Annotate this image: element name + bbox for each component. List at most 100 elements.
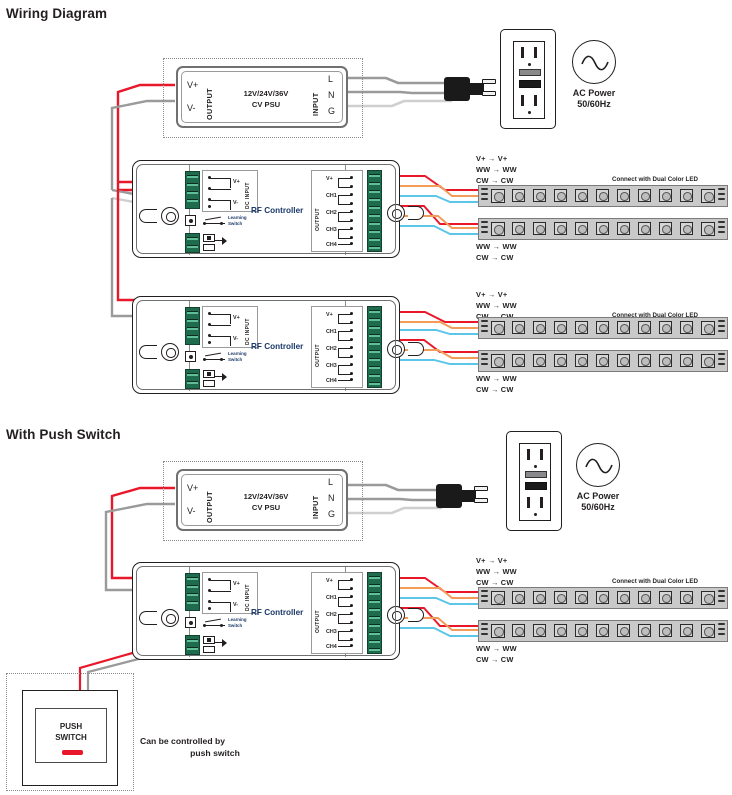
push-switch-port-icon — [203, 233, 229, 253]
led-map-bottom-1: WW → WW — [476, 644, 517, 653]
output-ch1-label: CH1 — [326, 329, 337, 335]
mounting-hole — [161, 343, 179, 361]
mounting-slot-right — [408, 206, 424, 220]
dc-input-terminal-block[interactable] — [185, 573, 200, 611]
dc-input-vminus-label: V- — [233, 336, 239, 342]
psu-output-vplus-label: V+ — [187, 80, 199, 90]
learning-switch-label-line2: Switch — [228, 221, 243, 226]
push-switch-port-icon — [203, 369, 229, 389]
output-vplus-label: V+ — [326, 176, 333, 182]
push-switch-terminal-block[interactable] — [185, 635, 200, 655]
psu-input-g-label: G — [328, 509, 336, 519]
dc-input-label: DC INPUT — [245, 584, 251, 611]
push-switch-note-line2: push switch — [190, 748, 240, 758]
push-switch-terminal-block[interactable] — [185, 369, 200, 389]
rf-controller-1: V+ V- DC INPUT Learning Switch RF Contro… — [132, 160, 424, 258]
output-pin-diagram: OUTPUT V+ CH1 CH2 CH3 CH4 — [311, 572, 363, 654]
dc-input-label: DC INPUT — [245, 318, 251, 345]
output-ch3-label: CH3 — [326, 227, 337, 233]
ac-power-label-line1: AC Power — [576, 491, 620, 501]
led-map-top-2: WW → WW — [476, 301, 517, 310]
wall-outlet — [500, 29, 556, 129]
led-strip-3 — [478, 317, 728, 339]
dc-input-pin-diagram: V+ V- DC INPUT — [202, 572, 258, 614]
mounting-hole-right — [387, 606, 405, 624]
output-ch4-label: CH4 — [326, 242, 337, 248]
mounting-slot-right — [408, 342, 424, 356]
dc-input-terminal-block[interactable] — [185, 307, 200, 345]
dc-input-vminus-label: V- — [233, 200, 239, 206]
learning-switch-symbol — [203, 352, 225, 362]
psu-input-n-label: N — [328, 493, 335, 503]
learning-switch-label-line2: Switch — [228, 623, 243, 628]
push-switch-plate[interactable]: PUSH SWITCH — [22, 690, 118, 786]
outlet-reset-button — [525, 482, 547, 490]
learning-switch-button[interactable] — [185, 617, 196, 628]
ac-plug-2 — [436, 481, 488, 511]
output-ch2-label: CH2 — [326, 612, 337, 618]
output-terminal-block[interactable] — [367, 170, 382, 252]
push-switch-indicator — [62, 750, 83, 755]
led-map-top-2: WW → WW — [476, 567, 517, 576]
learning-switch-label-line2: Switch — [228, 357, 243, 362]
controller-name-label: RF Controller — [251, 342, 304, 351]
dc-input-vminus-label: V- — [233, 602, 239, 608]
output-terminal-block[interactable] — [367, 572, 382, 654]
psu-input-n-label: N — [328, 90, 335, 100]
led-map-bottom-1: WW → WW — [476, 374, 517, 383]
push-switch-face[interactable]: PUSH SWITCH — [35, 708, 107, 763]
ac-plug — [444, 74, 496, 104]
psu-model-line1: 12V/24V/36V — [243, 492, 289, 501]
psu-model-line2: CV PSU — [251, 503, 281, 512]
learning-switch-button[interactable] — [185, 215, 196, 226]
mounting-slot-right — [408, 608, 424, 622]
ac-power-symbol — [572, 40, 616, 84]
psu-input-label: INPUT — [311, 495, 320, 519]
outlet-slot-bottom-left — [521, 95, 524, 106]
psu-output-label: OUTPUT — [205, 491, 214, 523]
led-map-bottom-2: CW → CW — [476, 253, 514, 262]
led-map-top-1: V+ → V+ — [476, 556, 508, 565]
led-map-top-3: CW → CW — [476, 578, 514, 587]
psu-output-vminus-label: V- — [187, 103, 196, 113]
output-pin-diagram: OUTPUT V+ CH1 CH2 CH3 CH4 — [311, 170, 363, 252]
push-switch-port-icon — [203, 635, 229, 655]
led-map-top-1: V+ → V+ — [476, 154, 508, 163]
dc-input-vplus-label: V+ — [233, 179, 240, 185]
psu-input-l-label: L — [328, 477, 334, 487]
dc-input-pin-diagram: V+ V- DC INPUT — [202, 170, 258, 212]
psu-input-l-label: L — [328, 74, 334, 84]
plug-prong-neutral — [474, 498, 488, 503]
outlet-slot-bottom-right — [534, 95, 537, 106]
psu-output-vplus-label: V+ — [187, 483, 199, 493]
led-map-bottom-2: CW → CW — [476, 655, 514, 664]
power-supply-unit: V+ V- OUTPUT 12V/24V/36V CV PSU INPUT L … — [176, 66, 348, 128]
outlet-test-button — [525, 471, 547, 478]
dc-input-terminal-block[interactable] — [185, 171, 200, 209]
led-map-bottom-2: CW → CW — [476, 385, 514, 394]
mounting-slot — [139, 345, 157, 359]
psu-output-label: OUTPUT — [205, 88, 214, 120]
mounting-slot — [139, 209, 157, 223]
outlet-slot-top-left — [521, 47, 524, 58]
psu-model-line2: CV PSU — [251, 100, 281, 109]
push-switch-terminal-block[interactable] — [185, 233, 200, 253]
outlet-reset-button — [519, 80, 541, 88]
push-switch-label-line1: PUSH — [59, 722, 83, 731]
mounting-slot — [139, 611, 157, 625]
psu-model-line1: 12V/24V/36V — [243, 89, 289, 98]
sine-wave-icon — [585, 458, 613, 474]
plug-prong-neutral — [482, 91, 496, 96]
led-strip-4 — [478, 350, 728, 372]
psu-input-g-label: G — [328, 106, 336, 116]
output-label: OUTPUT — [315, 208, 321, 231]
mounting-hole — [161, 207, 179, 225]
sine-wave-icon — [581, 55, 609, 71]
rf-controller-2: V+ V- DC INPUT Learning Switch RF Contro… — [132, 296, 424, 394]
mounting-hole-right — [387, 204, 405, 222]
power-supply-unit-2: V+ V- OUTPUT 12V/24V/36V CV PSU INPUT L … — [176, 469, 348, 531]
learning-switch-button[interactable] — [185, 351, 196, 362]
plug-prong-hot — [474, 486, 488, 491]
output-terminal-block[interactable] — [367, 306, 382, 388]
output-ch2-label: CH2 — [326, 210, 337, 216]
